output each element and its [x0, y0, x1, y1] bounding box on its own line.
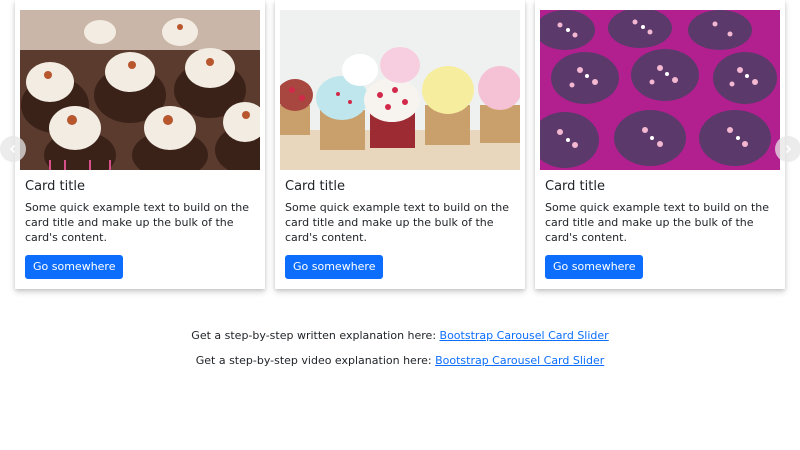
- carousel-page: Card title Some quick example text to bu…: [0, 0, 800, 450]
- cupcake-photo-1: [20, 10, 260, 170]
- cupcake-photo-2: [280, 10, 520, 170]
- written-explanation-line: Get a step-by-step written explanation h…: [0, 329, 800, 342]
- card-image-chocolate-cupcakes: [20, 10, 260, 170]
- carousel-next-button[interactable]: [775, 136, 800, 162]
- cupcake-photo-3: [540, 10, 780, 170]
- go-somewhere-button[interactable]: Go somewhere: [285, 255, 384, 279]
- card-title: Card title: [285, 179, 345, 194]
- written-explanation-prefix: Get a step-by-step written explanation h…: [191, 329, 437, 342]
- chevron-left-icon: [9, 144, 16, 154]
- card-2: Card title Some quick example text to bu…: [275, 0, 525, 289]
- card-image-purple-cupcakes: [540, 10, 780, 170]
- card-title: Card title: [25, 179, 85, 194]
- card-1: Card title Some quick example text to bu…: [15, 0, 265, 289]
- video-explanation-prefix: Get a step-by-step video explanation her…: [195, 354, 432, 367]
- card-text: Some quick example text to build on the …: [285, 201, 510, 244]
- card-text: Some quick example text to build on the …: [545, 201, 770, 244]
- card-text: Some quick example text to build on the …: [25, 201, 250, 244]
- card-title: Card title: [545, 179, 605, 194]
- card-image-pastel-cupcakes: [280, 10, 520, 170]
- chevron-right-icon: [785, 144, 792, 154]
- go-somewhere-button[interactable]: Go somewhere: [545, 255, 644, 279]
- video-explanation-line: Get a step-by-step video explanation her…: [0, 354, 800, 367]
- written-explanation-link[interactable]: Bootstrap Carousel Card Slider: [440, 329, 609, 342]
- video-explanation-link[interactable]: Bootstrap Carousel Card Slider: [435, 354, 604, 367]
- go-somewhere-button[interactable]: Go somewhere: [25, 255, 124, 279]
- carousel-prev-button[interactable]: [0, 136, 26, 162]
- card-3: Card title Some quick example text to bu…: [535, 0, 785, 289]
